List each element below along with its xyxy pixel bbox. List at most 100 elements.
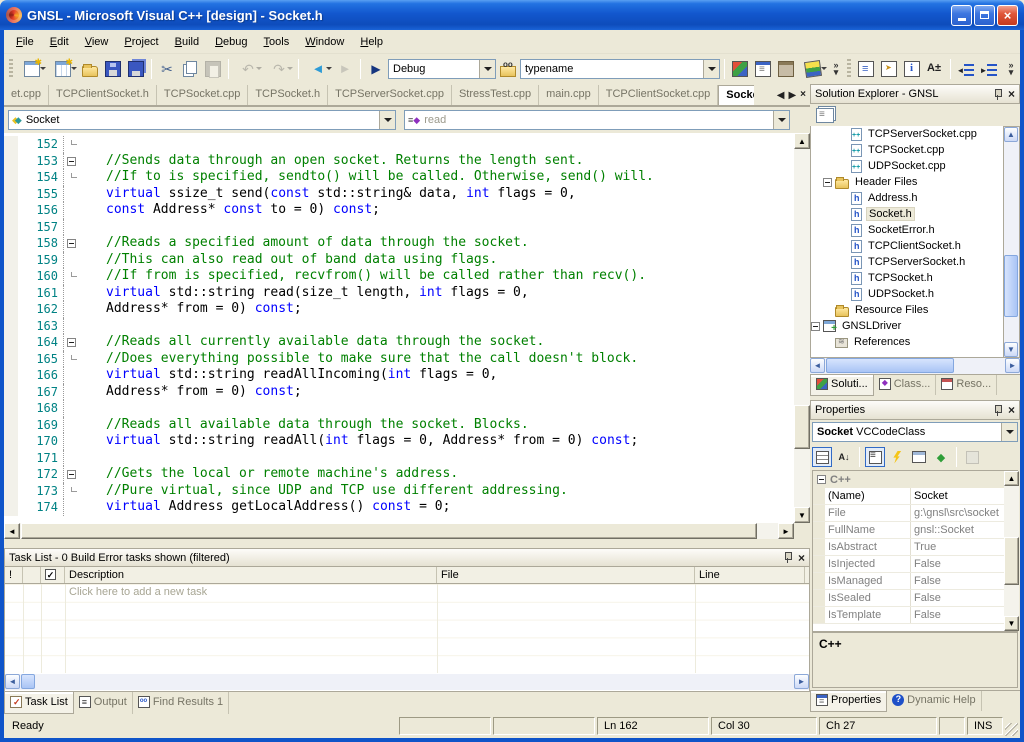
grid-vertical-scrollbar[interactable]: ▲ ▼ (1004, 471, 1019, 631)
property-value[interactable]: False (911, 573, 1017, 589)
fold-margin[interactable] (64, 318, 80, 335)
categorized-button[interactable] (812, 447, 832, 467)
properties-titlebar[interactable]: Properties × (810, 400, 1020, 420)
property-value[interactable]: False (911, 590, 1017, 606)
property-row[interactable]: FullNamegnsl::Socket (813, 522, 1017, 539)
fold-margin[interactable] (64, 252, 80, 269)
menu-item-view[interactable]: View (77, 32, 117, 52)
code-line[interactable]: 163 (4, 318, 794, 335)
tree-vertical-scrollbar[interactable]: ▲ ▼ (1004, 126, 1020, 358)
quick-info-button[interactable] (901, 58, 923, 80)
properties-view-button[interactable] (865, 447, 885, 467)
property-row[interactable]: IsManagedFalse (813, 573, 1017, 590)
scrollbar-thumb[interactable] (1004, 537, 1019, 585)
scroll-right-icon[interactable]: ► (1005, 358, 1020, 373)
property-value[interactable]: False (911, 607, 1017, 623)
toolbar-overflow-button[interactable]: »▾ (829, 62, 843, 76)
chevron-down-icon[interactable] (379, 111, 395, 129)
scroll-left-icon[interactable]: ◄ (5, 674, 20, 689)
tab-tcpclientsocket-cpp[interactable]: TCPClientSocket.cpp (599, 85, 719, 105)
fold-margin[interactable] (64, 268, 80, 285)
scroll-down-icon[interactable]: ▼ (1004, 616, 1019, 631)
tab-tcpsocket-cpp[interactable]: TCPSocket.cpp (157, 85, 248, 105)
tree-item-udpsocket-cpp[interactable]: UDPSocket.cpp (811, 158, 1003, 174)
fold-margin[interactable] (64, 202, 80, 219)
code-line[interactable]: 164//Reads all currently available data … (4, 334, 794, 351)
tab-find-results-1[interactable]: Find Results 1 (133, 692, 229, 714)
solution-configurations-combo[interactable]: Debug (388, 59, 496, 79)
task-horizontal-scrollbar[interactable]: ◄ ► (5, 674, 809, 690)
code-line[interactable]: 172//Gets the local or remote machine's … (4, 466, 794, 483)
code-line[interactable]: 155virtual ssize_t send(const std::strin… (4, 186, 794, 203)
copy-button[interactable] (179, 58, 201, 80)
events-button[interactable] (887, 447, 907, 467)
fold-margin[interactable] (64, 301, 80, 318)
tab-scroll-right-icon[interactable]: ▶ (788, 90, 796, 101)
tree-item-references[interactable]: References (811, 334, 1003, 350)
tab-soluti[interactable]: Soluti... (810, 375, 874, 396)
tree-item-address-h[interactable]: Address.h (811, 190, 1003, 206)
start-button[interactable]: ▶ (365, 58, 387, 80)
code-line[interactable]: 160//If from is specified, recvfrom() wi… (4, 268, 794, 285)
tree-item-socket-h[interactable]: Socket.h (811, 206, 1003, 222)
tab-output[interactable]: Output (74, 692, 133, 714)
code-line[interactable]: 167Address* from = 0) const; (4, 384, 794, 401)
category-row[interactable]: C++ (813, 471, 1017, 488)
tab-tcpsocket-h[interactable]: TCPSocket.h (248, 85, 328, 105)
menu-item-file[interactable]: File (8, 32, 42, 52)
scrollbar-thumb[interactable] (826, 358, 954, 373)
properties-grid[interactable]: C++ (Name)SocketFileg:\gnsl\src\socketFu… (812, 470, 1018, 632)
fold-margin[interactable] (64, 334, 80, 351)
tree-item-gnsldriver[interactable]: GNSLDriver (811, 318, 1003, 334)
navigate-back-button[interactable]: ◄ (303, 58, 333, 80)
toolbar-grip[interactable] (9, 59, 13, 79)
paste-button[interactable] (202, 58, 224, 80)
tab-tcpclientsocket-h[interactable]: TCPClientSocket.h (49, 85, 157, 105)
property-row[interactable]: IsAbstractTrue (813, 539, 1017, 556)
code-line[interactable]: 157 (4, 219, 794, 236)
property-row[interactable]: IsInjectedFalse (813, 556, 1017, 573)
code-line[interactable]: 159//This can also read out of band data… (4, 252, 794, 269)
fold-margin[interactable] (64, 450, 80, 467)
chevron-down-icon[interactable] (773, 111, 789, 129)
word-completion-button[interactable] (924, 58, 946, 80)
scroll-left-icon[interactable]: ◄ (4, 523, 20, 539)
tab-tcpserversocket-cpp[interactable]: TCPServerSocket.cpp (328, 85, 452, 105)
tab-reso[interactable]: Reso... (936, 375, 997, 395)
property-row[interactable]: IsTemplateFalse (813, 607, 1017, 624)
task-list-titlebar[interactable]: Task List - 0 Build Error tasks shown (f… (5, 549, 809, 567)
se-properties-button[interactable] (814, 104, 836, 126)
fold-margin[interactable] (64, 400, 80, 417)
fold-margin[interactable] (64, 499, 80, 516)
column-header-file[interactable]: File (437, 567, 695, 583)
other-windows-button[interactable] (798, 58, 828, 80)
tree-item-tcpsocket-h[interactable]: TCPSocket.h (811, 270, 1003, 286)
property-value[interactable]: g:\gnsl\src\socket (911, 505, 1017, 521)
toolbar-grip[interactable] (847, 59, 851, 79)
save-button[interactable] (102, 58, 124, 80)
scroll-down-icon[interactable]: ▼ (794, 507, 810, 523)
property-value[interactable]: False (911, 556, 1017, 572)
new-project-button[interactable] (17, 58, 47, 80)
pin-icon[interactable] (993, 89, 1002, 100)
scroll-up-icon[interactable]: ▲ (794, 133, 810, 149)
tree-item-udpsocket-h[interactable]: UDPSocket.h (811, 286, 1003, 302)
pin-icon[interactable] (783, 552, 792, 563)
scroll-right-icon[interactable]: ► (794, 674, 809, 689)
messages-button[interactable] (909, 447, 929, 467)
minimize-button[interactable] (951, 5, 972, 26)
property-value[interactable]: Socket (911, 488, 1017, 504)
menu-item-build[interactable]: Build (167, 32, 207, 52)
scrollbar-thumb[interactable] (21, 674, 35, 689)
menu-item-debug[interactable]: Debug (207, 32, 255, 52)
code-line[interactable]: 154//If to is specified, sendto() will b… (4, 169, 794, 186)
collapse-icon[interactable] (67, 239, 76, 248)
column-header-item[interactable]: ! (5, 567, 23, 583)
code-line[interactable]: 168 (4, 400, 794, 417)
code-line[interactable]: 170virtual std::string readAll(int flags… (4, 433, 794, 450)
open-file-button[interactable] (79, 58, 101, 80)
tab-main-cpp[interactable]: main.cpp (539, 85, 599, 105)
close-icon[interactable]: × (798, 553, 805, 563)
code-line[interactable]: 156const Address* const to = 0) const; (4, 202, 794, 219)
scroll-down-icon[interactable]: ▼ (1004, 342, 1018, 357)
